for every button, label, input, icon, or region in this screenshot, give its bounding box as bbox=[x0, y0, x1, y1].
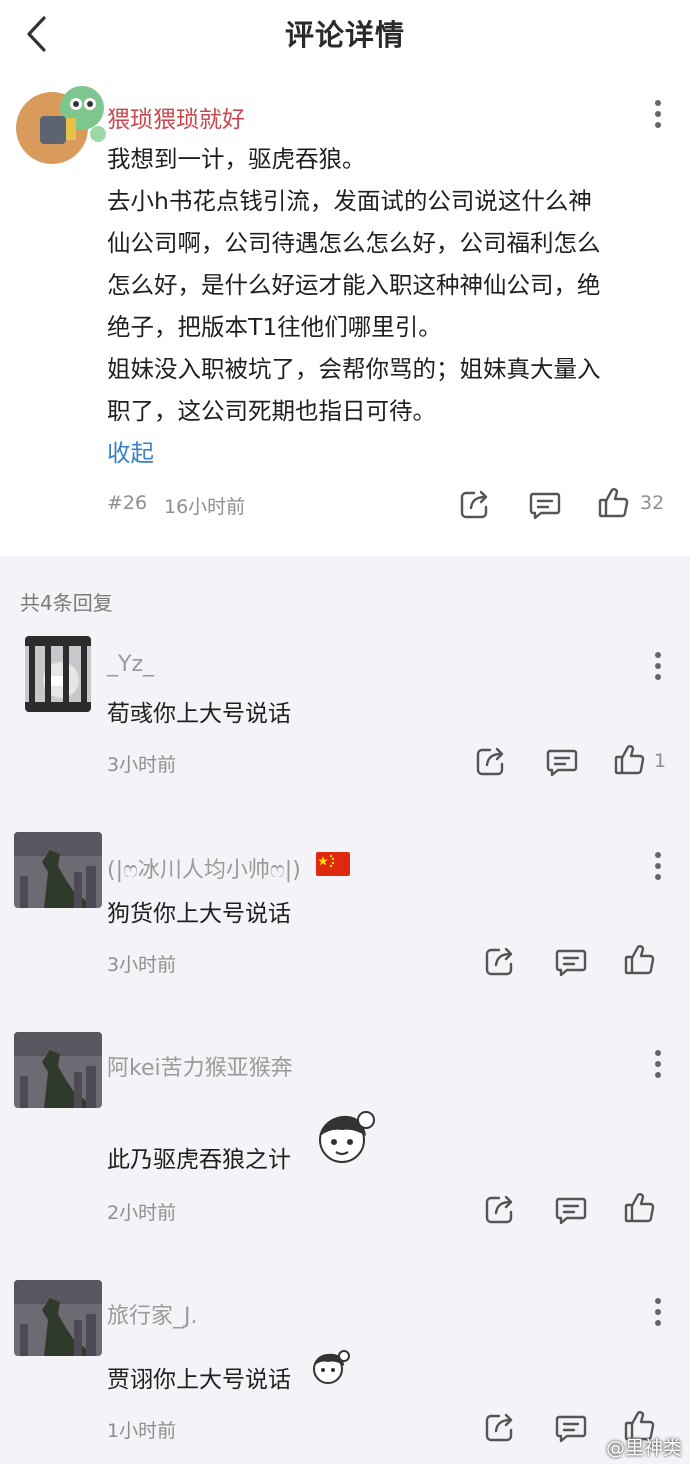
reply-text: 贾诩你上大号说话 bbox=[107, 1367, 291, 1393]
comment-line: 仙公司啊，公司待遇怎么怎么好，公司福利怎么 bbox=[107, 229, 601, 257]
reply-avatar[interactable] bbox=[25, 636, 91, 712]
reply-item: 阿kei苦力猴亚猴奔 此乃驱虎吞狼之计 2小时前 bbox=[0, 1020, 690, 1240]
more-dots-icon[interactable] bbox=[652, 1048, 664, 1082]
comment-icon[interactable] bbox=[545, 744, 579, 778]
reply-avatar[interactable] bbox=[14, 1280, 102, 1356]
comment-line: 怎么好，是什么好运才能入职这种神仙公司，绝 bbox=[107, 271, 601, 299]
comment-icon[interactable] bbox=[528, 487, 562, 521]
share-icon[interactable] bbox=[483, 1410, 517, 1444]
top-bar: 评论详情 bbox=[0, 0, 690, 70]
main-comment-avatar[interactable] bbox=[12, 78, 108, 170]
reply-time: 3小时前 bbox=[107, 754, 177, 776]
comment-line: 我想到一计，驱虎吞狼。 bbox=[107, 145, 366, 173]
share-icon[interactable] bbox=[474, 744, 508, 778]
comment-line: 绝子，把版本T1往他们哪里引。 bbox=[107, 313, 442, 341]
reply-author[interactable]: 旅行家_J. bbox=[107, 1298, 197, 1330]
comment-line: 去小h书花点钱引流，发面试的公司说这什么神 bbox=[107, 187, 592, 215]
main-comment-author[interactable]: 猥琐猥琐就好 bbox=[107, 100, 245, 134]
reply-avatar[interactable] bbox=[14, 832, 102, 908]
weibo-watermark: @里神类 bbox=[605, 1437, 682, 1459]
reply-item: (|ෆ冰川人均小帅ෆ|) 狗货你上大号说话 3小时前 bbox=[0, 820, 690, 1010]
thumbs-up-icon[interactable] bbox=[622, 943, 656, 977]
share-icon[interactable] bbox=[483, 1192, 517, 1226]
comment-line: 姐妹没入职被坑了，会帮你骂的；姐妹真大量入 bbox=[107, 355, 601, 383]
reply-author[interactable]: 阿kei苦力猴亚猴奔 bbox=[107, 1050, 293, 1082]
reply-item: 旅行家_J. 贾诩你上大号说话 1小时前 bbox=[0, 1268, 690, 1464]
share-icon[interactable] bbox=[458, 487, 492, 521]
sticker-icon bbox=[319, 1111, 375, 1163]
reply-time: 3小时前 bbox=[107, 954, 177, 976]
china-flag-icon bbox=[316, 852, 350, 876]
reply-text: 此乃驱虎吞狼之计 bbox=[107, 1147, 291, 1173]
collapse-link[interactable]: 收起 bbox=[107, 434, 154, 468]
reply-author[interactable]: _Yz_ bbox=[107, 652, 154, 677]
thumbs-up-icon[interactable] bbox=[612, 743, 646, 777]
comment-line: 职了，这公司死期也指日可待。 bbox=[107, 397, 436, 425]
like-count: 32 bbox=[640, 492, 665, 514]
reply-text: 荀彧你上大号说话 bbox=[107, 701, 291, 727]
more-dots-icon[interactable] bbox=[652, 850, 664, 884]
floor-number: #26 bbox=[107, 492, 148, 514]
thumbs-up-icon[interactable] bbox=[622, 1191, 656, 1225]
reply-avatar[interactable] bbox=[14, 1032, 102, 1108]
thumbs-up-icon[interactable] bbox=[596, 486, 630, 520]
main-comment-card: 猥琐猥琐就好 我想到一计，驱虎吞狼。 去小h书花点钱引流，发面试的公司说这什么神… bbox=[0, 70, 690, 556]
more-dots-icon[interactable] bbox=[652, 98, 664, 132]
reply-text: 狗货你上大号说话 bbox=[107, 901, 291, 927]
replies-count-header: 共4条回复 bbox=[20, 591, 113, 615]
comment-icon[interactable] bbox=[554, 1192, 588, 1226]
reply-time: 1小时前 bbox=[107, 1420, 177, 1442]
comment-icon[interactable] bbox=[554, 1410, 588, 1444]
share-icon[interactable] bbox=[483, 944, 517, 978]
sticker-icon bbox=[313, 1350, 350, 1384]
reply-item: _Yz_ 荀彧你上大号说话 3小时前 1 bbox=[0, 620, 690, 810]
reply-time: 2小时前 bbox=[107, 1202, 177, 1224]
reply-author[interactable]: (|ෆ冰川人均小帅ෆ|) bbox=[107, 852, 301, 884]
more-dots-icon[interactable] bbox=[652, 1296, 664, 1330]
page-title: 评论详情 bbox=[284, 18, 405, 52]
like-count: 1 bbox=[654, 750, 667, 772]
comment-icon[interactable] bbox=[554, 944, 588, 978]
comment-time: 16小时前 bbox=[164, 496, 246, 518]
more-dots-icon[interactable] bbox=[652, 650, 664, 684]
